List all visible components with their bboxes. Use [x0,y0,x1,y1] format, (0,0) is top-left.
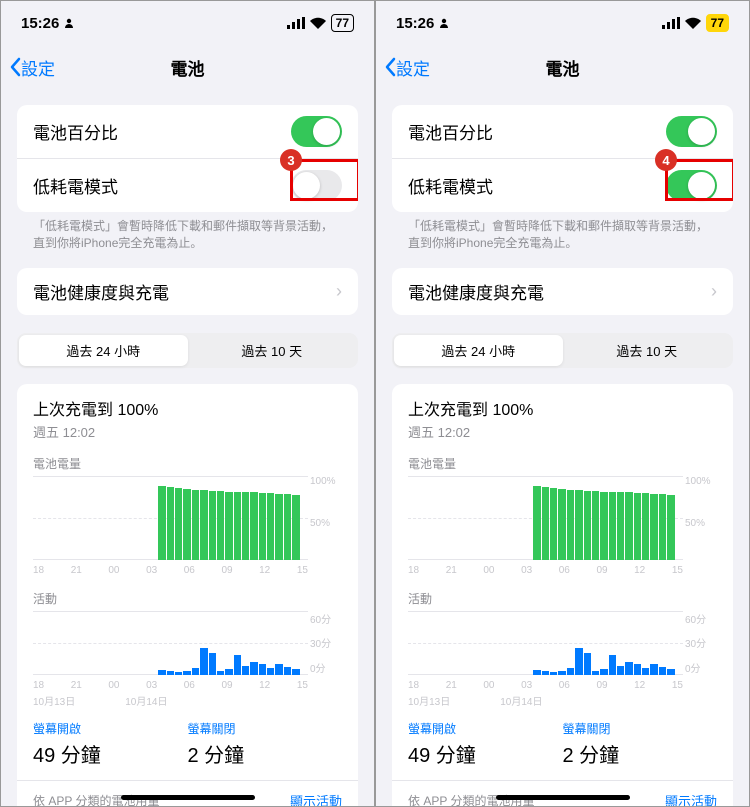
time-range-segmented[interactable]: 過去 24 小時 過去 10 天 [392,333,733,368]
low-power-label: 低耗電模式 [408,173,493,198]
status-time: 15:26 [396,15,434,32]
battery-percent-row: 電池百分比 [392,105,733,158]
low-power-label: 低耗電模式 [33,173,118,198]
chevron-right-icon: › [711,281,717,302]
back-button[interactable]: 設定 [384,55,430,80]
battery-health-row[interactable]: 電池健康度與充電 › [17,268,358,315]
wifi-icon [685,17,701,29]
screen-off-value: 2 分鐘 [188,739,343,768]
last-charge-time: 週五 12:02 [33,422,342,441]
last-charge-time: 週五 12:02 [408,422,717,441]
person-icon [63,17,75,29]
status-bar: 15:26 77 [1,1,374,45]
person-icon [438,17,450,29]
battery-percent-label: 電池百分比 [33,119,118,144]
battery-card: 上次充電到 100% 週五 12:02 電池電量 100%50% 1821000… [392,384,733,806]
signal-icon [287,17,305,29]
chevron-left-icon [384,57,396,77]
home-indicator[interactable] [496,795,630,800]
low-power-footnote: 「低耗電模式」會暫時降低下載和郵件擷取等背景活動，直到你將iPhone完全充電為… [392,212,733,252]
battery-percent-row: 電池百分比 [17,105,358,158]
status-time: 15:26 [21,15,59,32]
nav-bar: 設定 電池 [376,45,749,89]
seg-10d[interactable]: 過去 10 天 [563,335,732,366]
home-indicator[interactable] [121,795,255,800]
show-activity-link[interactable]: 顯示活動 [665,791,717,806]
screen-on-value: 49 分鐘 [33,739,188,768]
screen-off-value: 2 分鐘 [563,739,718,768]
back-label: 設定 [396,55,430,80]
activity-chart[interactable]: 60分30分0分 1821000306091215 [33,611,342,691]
low-power-row: 低耗電模式 4 [392,158,733,212]
annotation-badge: 3 [280,149,302,171]
battery-health-row[interactable]: 電池健康度與充電 › [392,268,733,315]
battery-percent-toggle[interactable] [291,116,342,147]
signal-icon [662,17,680,29]
low-power-row: 低耗電模式 3 [17,158,358,212]
battery-health-label: 電池健康度與充電 [33,279,169,304]
screen-off-label: 螢幕關閉 [563,720,718,737]
seg-10d[interactable]: 過去 10 天 [188,335,357,366]
battery-level-chart-label: 電池電量 [33,455,342,472]
activity-chart[interactable]: 60分30分0分 1821000306091215 [408,611,717,691]
back-button[interactable]: 設定 [9,55,55,80]
battery-percent-toggle[interactable] [666,116,717,147]
battery-health-label: 電池健康度與充電 [408,279,544,304]
battery-indicator: 77 [706,14,729,32]
last-charge-title: 上次充電到 100% [408,396,717,420]
battery-indicator: 77 [331,14,354,32]
battery-card: 上次充電到 100% 週五 12:02 電池電量 100%50% 1821000… [17,384,358,806]
chevron-left-icon [9,57,21,77]
time-range-segmented[interactable]: 過去 24 小時 過去 10 天 [17,333,358,368]
screen-on-label: 螢幕開啟 [33,720,188,737]
screen-on-label: 螢幕開啟 [408,720,563,737]
low-power-footnote: 「低耗電模式」會暫時降低下載和郵件擷取等背景活動，直到你將iPhone完全充電為… [17,212,358,252]
wifi-icon [310,17,326,29]
show-activity-link[interactable]: 顯示活動 [290,791,342,806]
activity-chart-label: 活動 [408,590,717,607]
chevron-right-icon: › [336,281,342,302]
page-title: 電池 [171,55,205,80]
seg-24h[interactable]: 過去 24 小時 [394,335,563,366]
screen-off-label: 螢幕關閉 [188,720,343,737]
seg-24h[interactable]: 過去 24 小時 [19,335,188,366]
screen-on-value: 49 分鐘 [408,739,563,768]
last-charge-title: 上次充電到 100% [33,396,342,420]
nav-bar: 設定 電池 [1,45,374,89]
page-title: 電池 [546,55,580,80]
back-label: 設定 [21,55,55,80]
activity-chart-label: 活動 [33,590,342,607]
status-bar: 15:26 77 [376,1,749,45]
battery-level-chart-label: 電池電量 [408,455,717,472]
annotation-badge: 4 [655,149,677,171]
battery-level-chart[interactable]: 100%50% 1821000306091215 [408,476,717,576]
battery-level-chart[interactable]: 100%50% 1821000306091215 [33,476,342,576]
battery-percent-label: 電池百分比 [408,119,493,144]
